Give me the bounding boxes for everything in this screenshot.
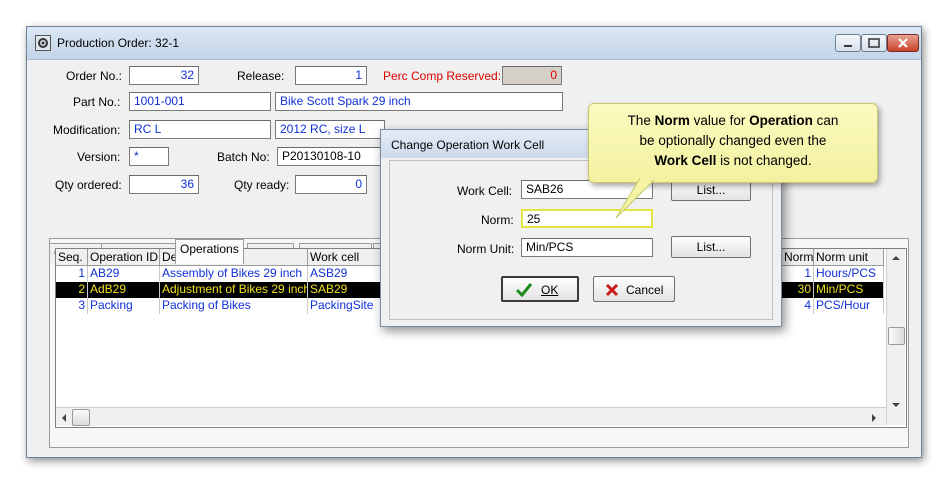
callout-line-3: Work Cell is not changed. xyxy=(654,153,812,168)
ok-button[interactable]: OK xyxy=(501,276,579,302)
qty-ordered-label: Qty ordered: xyxy=(55,178,122,192)
cell-norm-unit: Min/PCS xyxy=(814,282,884,298)
cell-description: Adjustment of Bikes 29 inch xyxy=(160,282,308,298)
scroll-down-arrow-icon xyxy=(892,403,900,407)
order-no-label: Order No.: xyxy=(66,69,123,83)
part-description-field[interactable]: Bike Scott Spark 29 inch xyxy=(275,92,563,111)
cell-seq: 3 xyxy=(56,298,88,314)
vertical-scroll-thumb[interactable] xyxy=(888,327,905,345)
qty-ready-label: Qty ready: xyxy=(234,178,290,192)
callout-line-1: The Norm value for Operation can xyxy=(627,113,839,128)
order-no-field[interactable]: 32 xyxy=(129,66,199,85)
dialog-title: Change Operation Work Cell xyxy=(391,138,545,152)
scroll-right-arrow-icon xyxy=(872,414,876,422)
callout-line-2: be optionally changed even the xyxy=(639,133,827,148)
batch-no-field[interactable]: P20130108-10 xyxy=(277,147,383,166)
release-field[interactable]: 1 xyxy=(295,66,367,85)
cell-work-cell: PackingSite xyxy=(308,298,382,314)
norm-unit-input[interactable]: Min/PCS xyxy=(521,238,653,257)
version-label: Version: xyxy=(77,150,121,164)
minimize-button[interactable] xyxy=(835,34,861,52)
cell-norm: 30 xyxy=(782,282,814,298)
modification-description-field[interactable]: 2012 RC, size L xyxy=(275,120,385,139)
col-header-work-cell[interactable]: Work cell xyxy=(308,249,382,266)
help-callout: The Norm value for Operation can be opti… xyxy=(588,103,878,183)
scroll-up-arrow-icon xyxy=(892,256,900,260)
norm-label: Norm: xyxy=(481,213,514,227)
maximize-button[interactable] xyxy=(861,34,887,52)
version-field[interactable]: * xyxy=(129,147,169,166)
minimize-icon xyxy=(844,45,852,47)
callout-pointer xyxy=(615,178,657,219)
horizontal-scrollbar[interactable] xyxy=(56,407,886,426)
cell-operation-id: AB29 xyxy=(88,266,160,282)
qty-ready-field[interactable]: 0 xyxy=(295,175,367,194)
batch-no-label: Batch No: xyxy=(217,150,270,164)
modification-field[interactable]: RC L xyxy=(129,120,271,139)
cell-operation-id: AdB29 xyxy=(88,282,160,298)
checkmark-icon xyxy=(515,283,533,298)
norm-unit-label: Norm Unit: xyxy=(457,242,515,256)
maximize-icon xyxy=(868,38,880,48)
cell-work-cell: SAB29 xyxy=(308,282,382,298)
close-icon xyxy=(898,38,908,48)
col-header-norm-unit[interactable]: Norm unit xyxy=(814,249,884,266)
col-header-seq[interactable]: Seq. xyxy=(56,249,88,266)
cell-seq: 2 xyxy=(56,282,88,298)
release-label: Release: xyxy=(237,69,285,83)
cell-seq: 1 xyxy=(56,266,88,282)
qty-ordered-field[interactable]: 36 xyxy=(129,175,199,194)
cell-description: Packing of Bikes xyxy=(160,298,308,314)
close-button[interactable] xyxy=(887,34,919,52)
col-header-operation-id[interactable]: Operation ID xyxy=(88,249,160,266)
modification-label: Modification: xyxy=(53,123,121,137)
vertical-scrollbar[interactable] xyxy=(886,249,905,425)
norm-unit-list-button[interactable]: List... xyxy=(671,236,751,258)
cell-description: Assembly of Bikes 29 inch xyxy=(160,266,308,282)
col-header-norm[interactable]: Norm xyxy=(782,249,814,266)
window-titlebar[interactable]: Production Order: 32-1 xyxy=(27,27,921,60)
cancel-button[interactable]: Cancel xyxy=(593,276,675,302)
tab-operations[interactable]: Operations xyxy=(175,239,244,264)
part-no-label: Part No.: xyxy=(73,95,121,109)
cell-operation-id: Packing xyxy=(88,298,160,314)
window-title: Production Order: 32-1 xyxy=(57,36,180,50)
cancel-button-label: Cancel xyxy=(626,283,664,297)
part-no-field[interactable]: 1001-001 xyxy=(129,92,271,111)
work-cell-label: Work Cell: xyxy=(457,184,513,198)
horizontal-scroll-thumb[interactable] xyxy=(72,409,90,426)
ok-button-label: OK xyxy=(541,283,559,297)
red-x-icon xyxy=(605,283,619,297)
cell-norm-unit: PCS/Hour xyxy=(814,298,884,314)
perc-comp-field: 0 xyxy=(502,66,562,85)
cell-norm-unit: Hours/PCS xyxy=(814,266,884,282)
cell-norm: 1 xyxy=(782,266,814,282)
app-gear-icon xyxy=(35,35,51,51)
cell-work-cell: ASB29 xyxy=(308,266,382,282)
cell-norm: 4 xyxy=(782,298,814,314)
scroll-left-arrow-icon xyxy=(62,414,66,422)
perc-comp-label: Perc Comp Reserved: xyxy=(383,69,502,83)
